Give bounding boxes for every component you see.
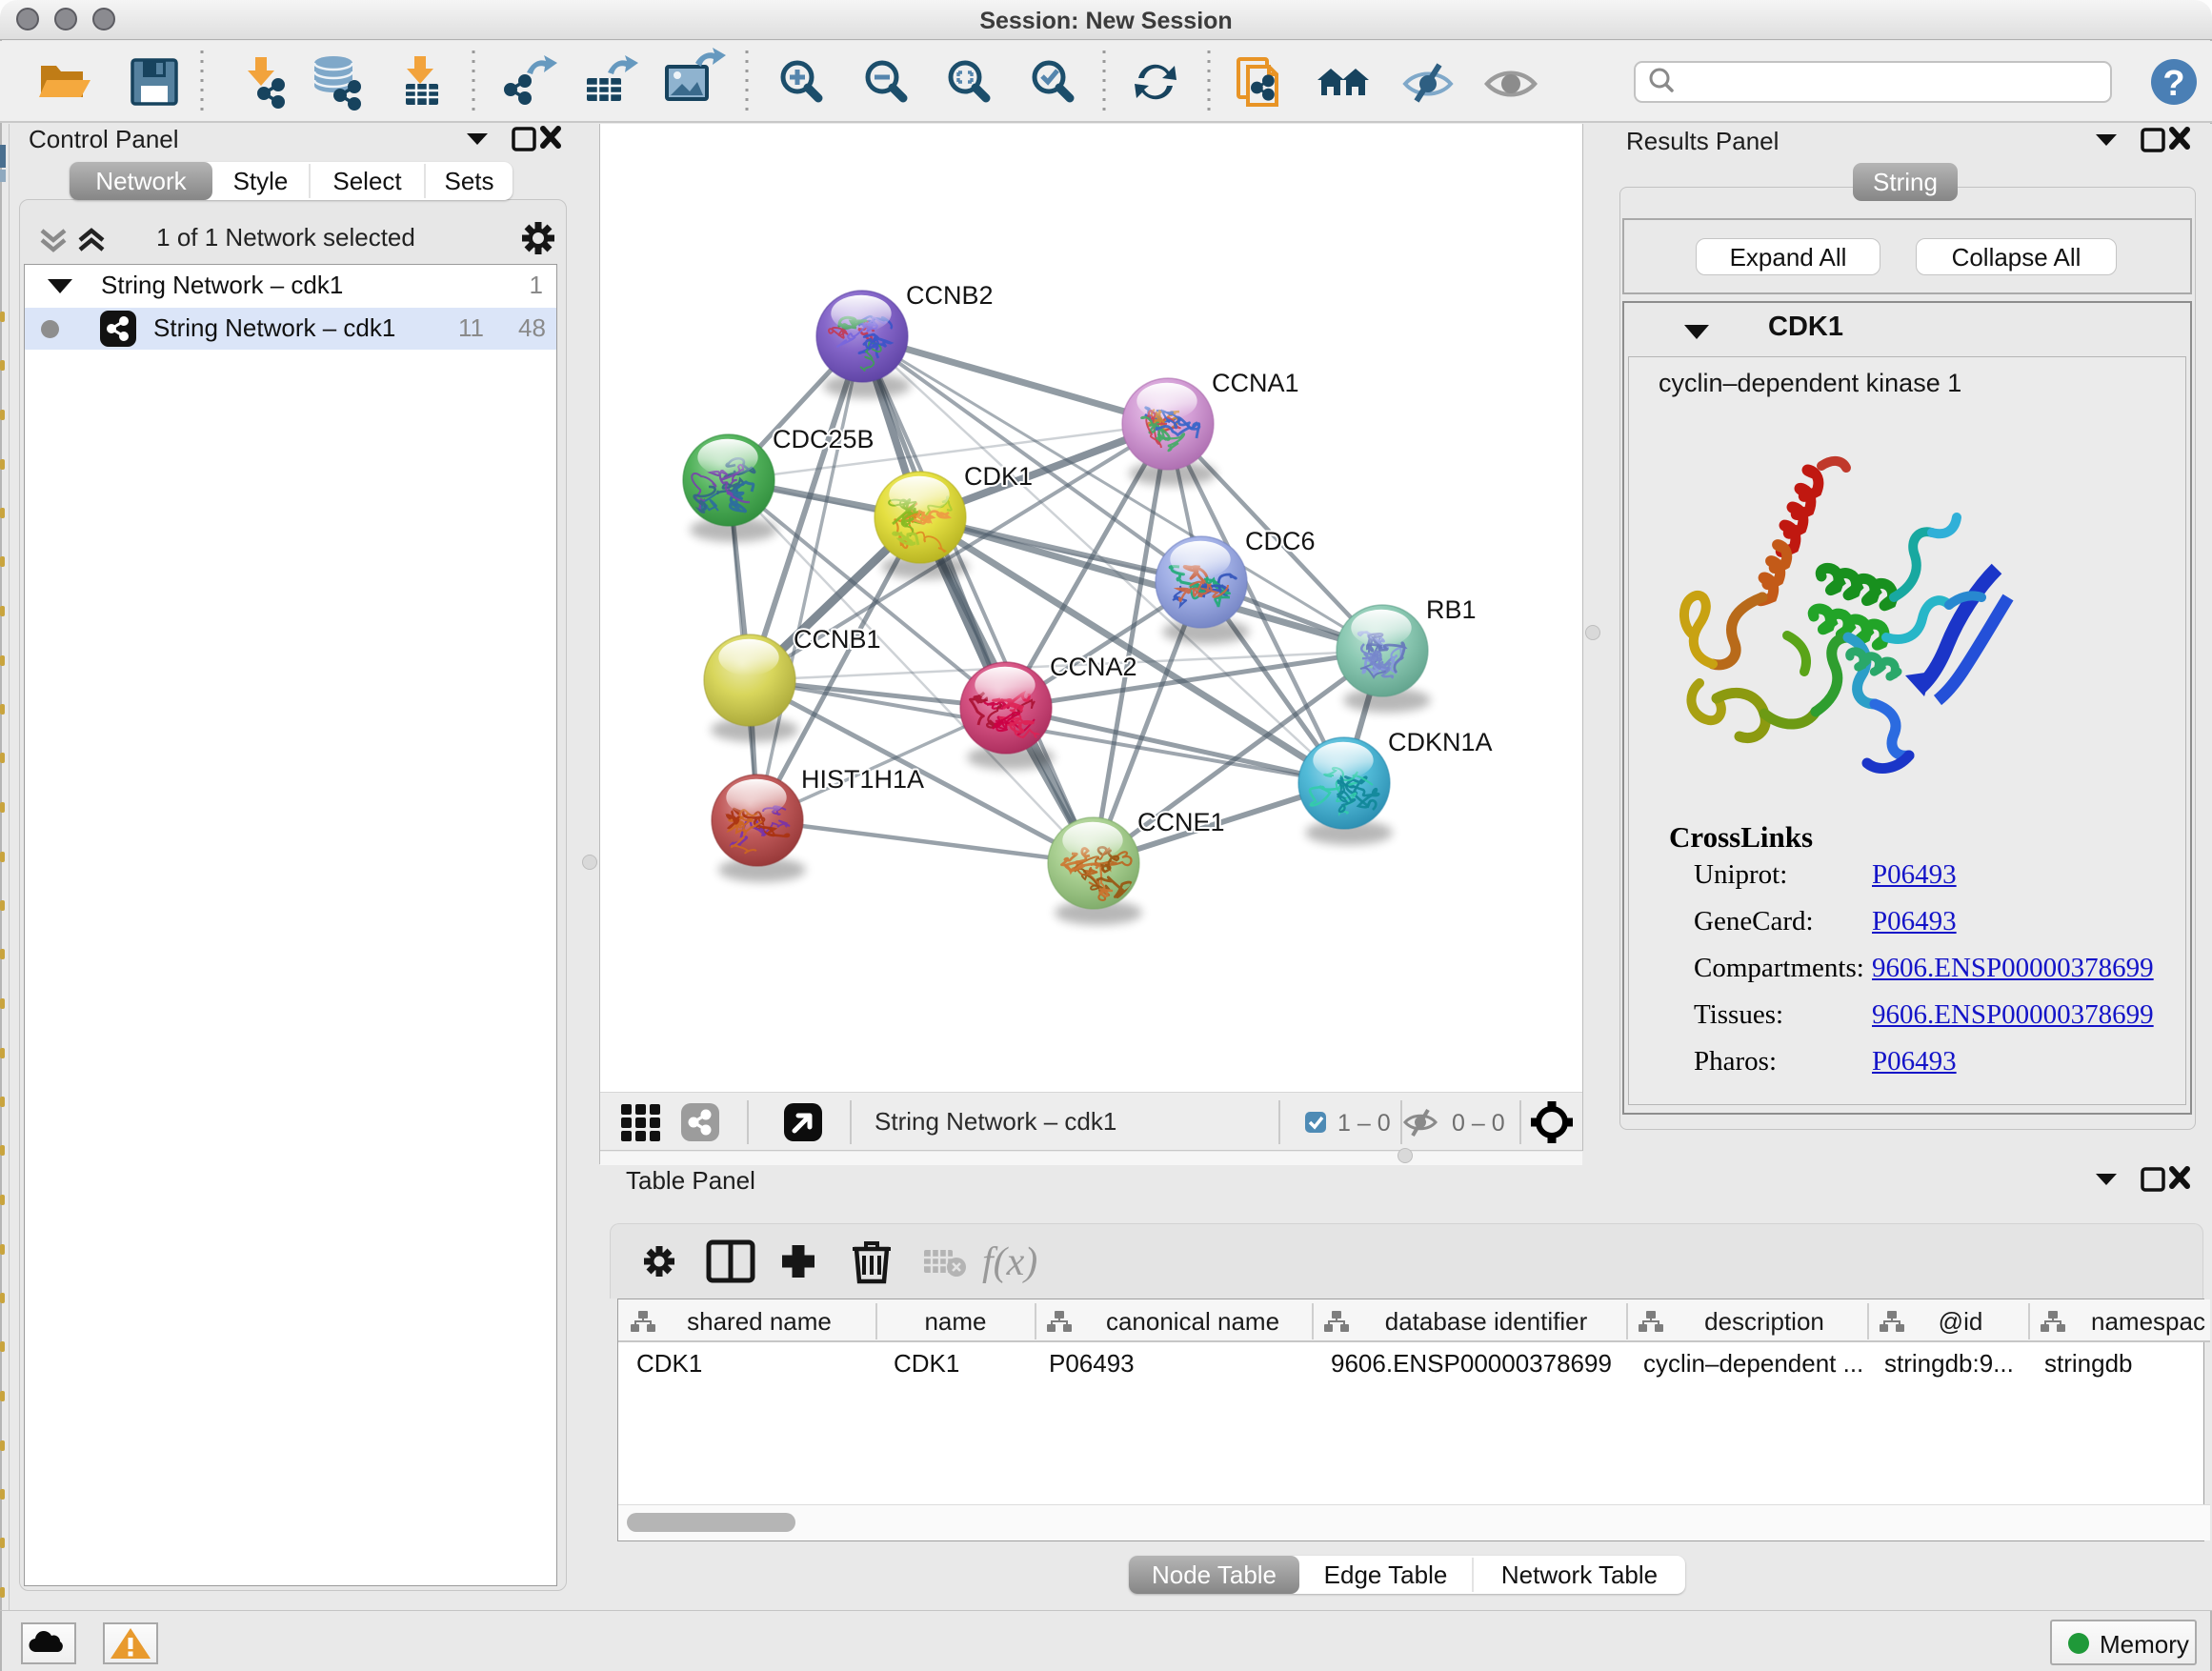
svg-text:CDKN1A: CDKN1A xyxy=(1388,728,1493,756)
svg-text:CDC25B: CDC25B xyxy=(773,425,875,453)
svg-text:CCNA2: CCNA2 xyxy=(1050,653,1137,681)
svg-text:CDC6: CDC6 xyxy=(1245,527,1316,555)
svg-text:namespac: namespac xyxy=(2091,1307,2205,1336)
svg-text:1 – 0: 1 – 0 xyxy=(1337,1110,1391,1137)
svg-text:database identifier: database identifier xyxy=(1385,1307,1588,1336)
svg-text:HIST1H1A: HIST1H1A xyxy=(801,765,924,794)
svg-text:0 – 0: 0 – 0 xyxy=(1452,1110,1505,1137)
svg-text:description: description xyxy=(1704,1307,1824,1336)
svg-text:f(x): f(x) xyxy=(982,1240,1037,1284)
svg-text:CCNB2: CCNB2 xyxy=(906,281,994,310)
svg-text:CCNB1: CCNB1 xyxy=(794,625,881,654)
svg-text:name: name xyxy=(924,1307,986,1336)
svg-text:canonical name: canonical name xyxy=(1106,1307,1279,1336)
svg-text:RB1: RB1 xyxy=(1426,595,1477,624)
svg-text:CCNE1: CCNE1 xyxy=(1137,808,1225,836)
svg-text:CDK1: CDK1 xyxy=(964,462,1033,491)
svg-text:shared name: shared name xyxy=(687,1307,832,1336)
svg-text:@id: @id xyxy=(1939,1307,1983,1336)
svg-text:CCNA1: CCNA1 xyxy=(1212,369,1299,397)
svg-text:?: ? xyxy=(2162,64,2184,104)
